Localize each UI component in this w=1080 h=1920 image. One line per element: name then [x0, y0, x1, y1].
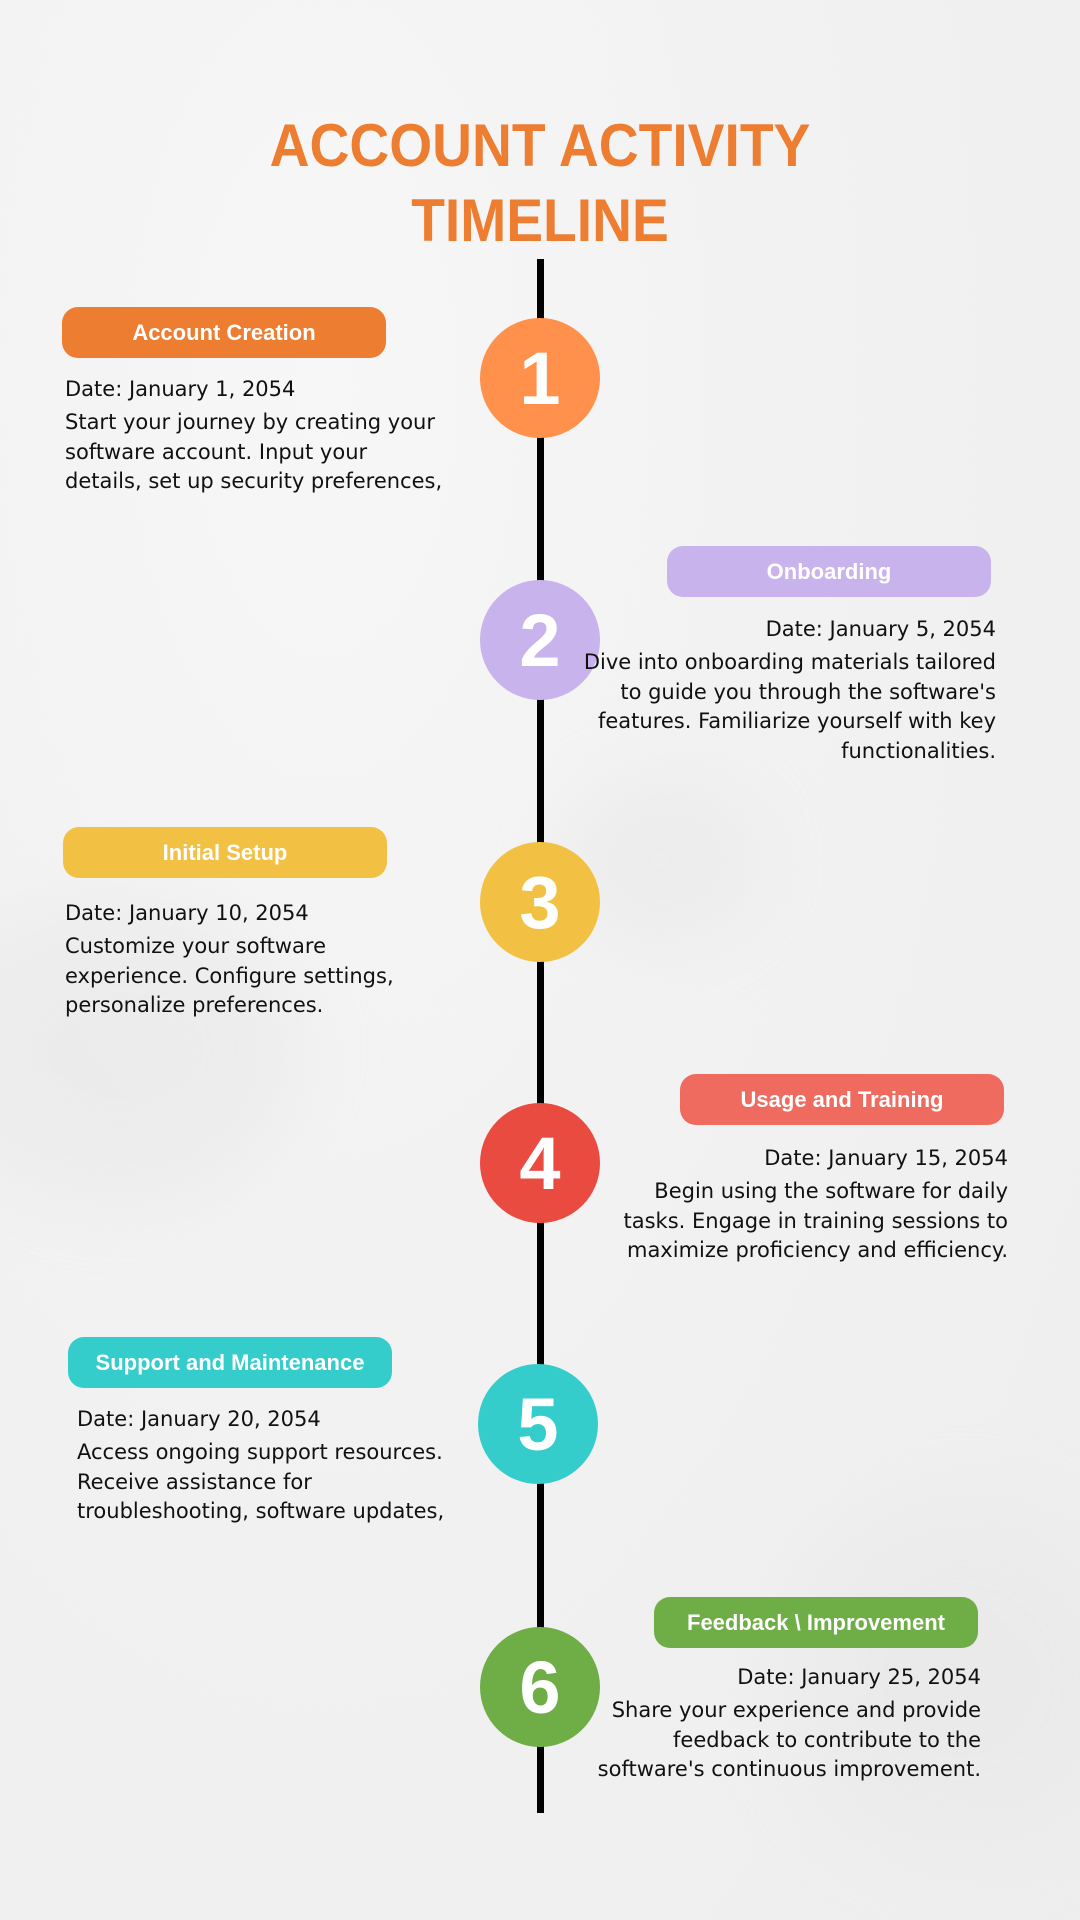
event-description: Share your experience and provide feedba… — [597, 1698, 981, 1781]
event-date: Date: January 1, 2054 — [65, 377, 296, 401]
page-title: ACCOUNT ACTIVITY TIMELINE — [43, 108, 1037, 258]
event-description: Begin using the software for daily tasks… — [623, 1179, 1008, 1262]
event-details: Date: January 20, 2054 Access ongoing su… — [77, 1404, 497, 1527]
event-label-usage-and-training: Usage and Training — [680, 1074, 1004, 1125]
event-date: Date: January 10, 2054 — [65, 901, 309, 925]
event-date: Date: January 5, 2054 — [765, 617, 996, 641]
event-details: Date: January 15, 2054 Begin using the s… — [588, 1143, 1008, 1266]
event-description: Customize your software experience. Conf… — [65, 934, 394, 1017]
event-date: Date: January 15, 2054 — [764, 1146, 1008, 1170]
title-line-1: ACCOUNT ACTIVITY — [269, 112, 811, 180]
event-details: Date: January 10, 2054 Customize your so… — [65, 898, 485, 1021]
timeline-axis — [537, 259, 544, 1813]
event-label-feedback-improvement: Feedback \ Improvement — [654, 1597, 978, 1648]
event-description: Access ongoing support resources. Receiv… — [77, 1440, 445, 1523]
event-number-badge: 4 — [480, 1103, 600, 1223]
event-number-badge: 1 — [480, 318, 600, 438]
event-date: Date: January 25, 2054 — [737, 1665, 981, 1689]
event-details: Date: January 25, 2054 Share your experi… — [561, 1662, 981, 1785]
event-description: Start your journey by creating your soft… — [65, 410, 443, 493]
event-details: Date: January 1, 2054 Start your journey… — [65, 374, 485, 497]
title-line-2: TIMELINE — [411, 187, 669, 255]
event-label-initial-setup: Initial Setup — [63, 827, 387, 878]
event-number-badge: 3 — [480, 842, 600, 962]
event-date: Date: January 20, 2054 — [77, 1407, 321, 1431]
event-description: Dive into onboarding materials tailored … — [583, 650, 996, 763]
event-label-support-and-maintenance: Support and Maintenance — [68, 1337, 392, 1388]
event-label-onboarding: Onboarding — [667, 546, 991, 597]
event-details: Date: January 5, 2054 Dive into onboardi… — [576, 614, 996, 766]
event-label-account-creation: Account Creation — [62, 307, 386, 358]
